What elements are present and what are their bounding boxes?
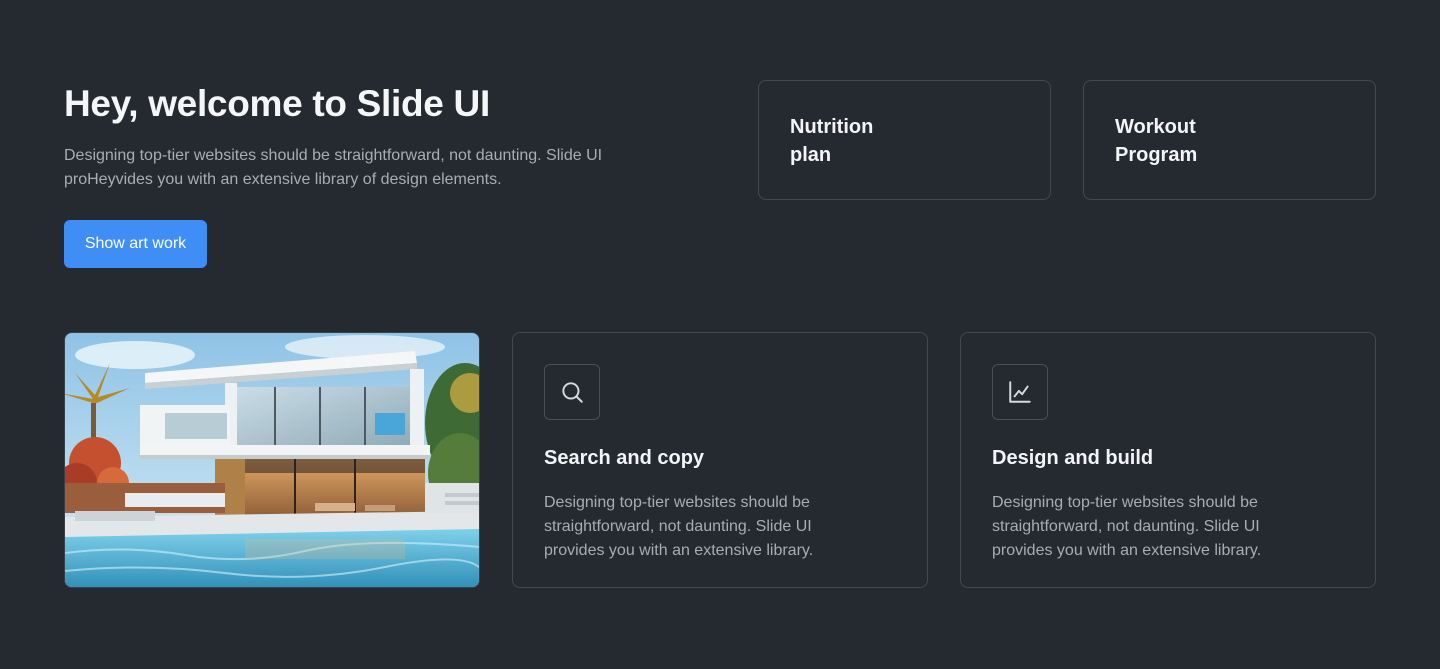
nutrition-plan-card[interactable]: Nutrition plan (758, 80, 1051, 200)
feature-title: Search and copy (544, 447, 705, 469)
workout-program-card[interactable]: Workout Program (1083, 80, 1376, 200)
hero-description: Designing top-tier websites should be st… (64, 147, 603, 188)
hero-section: Hey, welcome to Slide UI Designing top-t… (64, 82, 684, 192)
page: Hey, welcome to Slide UI Designing top-t… (0, 0, 1440, 669)
feature-card-search: Search and copy Designing top-tier websi… (512, 332, 928, 588)
chart-line-icon (992, 364, 1048, 420)
villa-image-card (64, 332, 480, 588)
feature-description: Designing top-tier websites should be st… (992, 494, 1262, 559)
feature-description: Designing top-tier websites should be st… (544, 494, 814, 559)
search-icon (544, 364, 600, 420)
nutrition-plan-label: Nutrition plan (790, 116, 874, 166)
show-art-work-button[interactable]: Show art work (64, 220, 207, 268)
page-title: Hey, welcome to Slide UI (64, 83, 490, 124)
feature-card-design: Design and build Designing top-tier webs… (960, 332, 1376, 588)
workout-program-label: Workout Program (1115, 116, 1198, 166)
feature-title: Design and build (992, 447, 1154, 469)
villa-image (65, 333, 479, 587)
